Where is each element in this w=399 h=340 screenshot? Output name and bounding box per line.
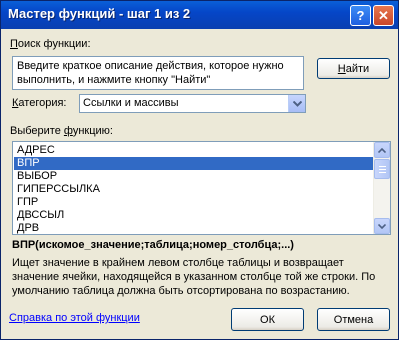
function-wizard-dialog: Мастер функций - шаг 1 из 2 ? ✕ Поиск фу…	[0, 0, 399, 340]
function-list-scrollbar[interactable]	[373, 142, 390, 234]
function-description: Ищет значение в крайнем левом столбце та…	[12, 257, 376, 297]
find-button-label: айти	[345, 62, 370, 75]
help-button[interactable]: ?	[350, 5, 371, 26]
thumb-grip-line	[379, 166, 386, 167]
window-title: Мастер функций - шаг 1 из 2	[8, 6, 191, 21]
function-help-link[interactable]: Справка по этой функции	[9, 312, 140, 324]
arrow-up-icon	[378, 147, 386, 153]
category-select[interactable]: Ссылки и массивы	[79, 94, 306, 113]
category-label: Категория:	[12, 97, 67, 109]
function-syntax: ВПР(искомое_значение;таблица;номер_столб…	[12, 239, 294, 251]
cancel-button[interactable]: Отмена	[317, 308, 390, 331]
scroll-down-button[interactable]	[374, 218, 390, 234]
scroll-thumb[interactable]	[374, 159, 390, 179]
arrow-down-icon	[378, 223, 386, 229]
function-list-label-access-key: ф	[63, 125, 73, 137]
scroll-up-button[interactable]	[374, 142, 390, 158]
function-item-dvssyl[interactable]: ДВССЫЛ	[14, 209, 374, 222]
find-button[interactable]: Найти	[317, 58, 390, 79]
function-item-adres[interactable]: АДРЕС	[14, 144, 374, 157]
chevron-down-icon	[292, 100, 302, 107]
category-selected-value: Ссылки и массивы	[83, 97, 179, 109]
function-item-gpr[interactable]: ГПР	[14, 196, 374, 209]
function-item-vybor[interactable]: ВЫБОР	[14, 170, 374, 183]
function-item-drv[interactable]: ДРВ	[14, 222, 374, 234]
ok-button[interactable]: ОК	[231, 308, 304, 331]
title-bar[interactable]: Мастер функций - шаг 1 из 2 ? ✕	[1, 1, 398, 29]
function-item-vpr[interactable]: ВПР	[14, 157, 374, 170]
thumb-grip-line	[379, 172, 386, 173]
find-button-access-key: Н	[337, 62, 346, 75]
close-icon: ✕	[378, 7, 389, 23]
search-input[interactable]: Введите краткое описание действия, котор…	[12, 56, 304, 90]
close-button[interactable]: ✕	[373, 5, 394, 26]
function-list-label-pre: Выберите	[10, 125, 64, 137]
help-icon: ?	[356, 8, 365, 23]
search-label-access-key: П	[10, 38, 18, 50]
function-list-label-text: ункцию:	[72, 125, 113, 137]
search-label: Поиск функции:	[10, 38, 91, 50]
thumb-grip-line	[379, 169, 386, 170]
function-list[interactable]: АДРЕС ВПР ВЫБОР ГИПЕРССЫЛКА ГПР ДВССЫЛ Д…	[12, 141, 391, 235]
category-dropdown-button[interactable]	[288, 95, 305, 112]
search-label-text: оиск функции:	[17, 38, 91, 50]
function-list-label: Выберите функцию:	[10, 125, 113, 137]
category-label-text: атегория:	[18, 97, 67, 109]
function-item-giperssylka[interactable]: ГИПЕРССЫЛКА	[14, 183, 374, 196]
